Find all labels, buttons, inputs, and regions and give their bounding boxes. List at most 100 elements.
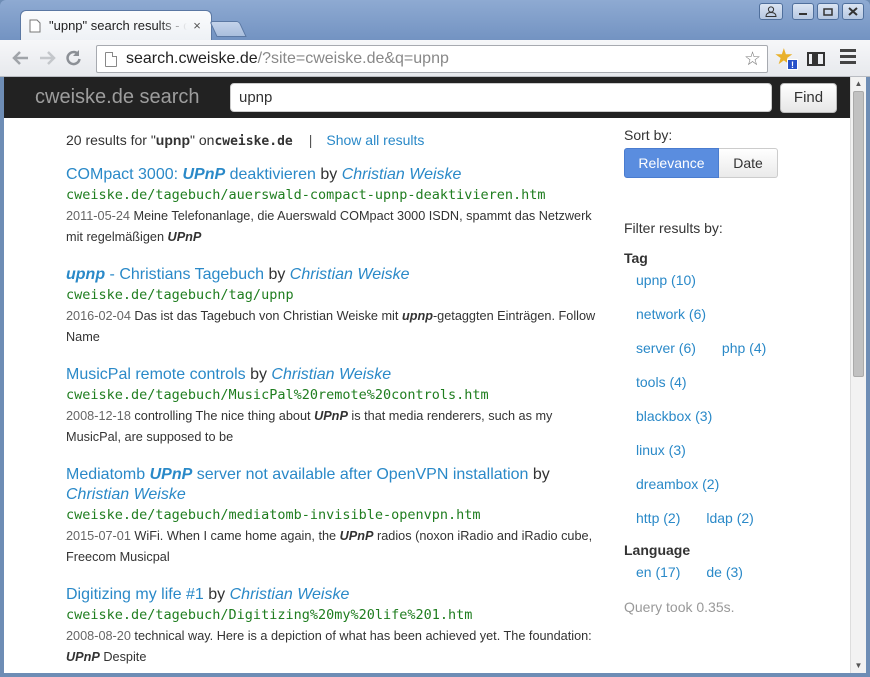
result-author-link[interactable]: Christian Weiske — [271, 366, 391, 383]
window-frame-right — [866, 77, 870, 677]
result-author-link[interactable]: Christian Weiske — [290, 266, 410, 283]
result-title: upnp - Christians Tagebuch by Christian … — [66, 265, 596, 285]
sort-label: Sort by: — [624, 127, 673, 143]
result-item: Digitizing my life #1 by Christian Weisk… — [66, 585, 596, 668]
result-title-link[interactable]: MusicPal remote controls — [66, 366, 246, 383]
result-by: by — [245, 366, 272, 383]
reload-icon[interactable] — [60, 45, 86, 71]
page-icon — [29, 19, 41, 32]
result-title-link[interactable]: Digitizing my life #1 — [66, 586, 204, 603]
result-snippet: 2015-07-01 WiFi. When I came home again,… — [66, 529, 593, 564]
result-item: upnp - Christians Tagebuch by Christian … — [66, 265, 596, 348]
menu-icon[interactable] — [840, 49, 856, 67]
search-input[interactable] — [230, 83, 772, 112]
tag-row: dreambox (2) — [636, 470, 824, 504]
tag-filter-link[interactable]: http (2) — [636, 510, 680, 526]
result-by: by — [528, 466, 550, 483]
filter-sidebar: Sort by: Relevance Date Filter results b… — [624, 127, 824, 615]
tag-filter-link[interactable]: ldap (2) — [706, 510, 753, 526]
user-icon[interactable] — [759, 3, 783, 20]
result-author-link[interactable]: Christian Weiske — [230, 586, 350, 603]
result-snippet: 2008-08-20 technical way. Here is a depi… — [66, 629, 592, 664]
language-filter-link[interactable]: en (17) — [636, 564, 680, 580]
extension-star-icon[interactable]: ★ ! — [774, 46, 798, 70]
tag-filter-link[interactable]: blackbox (3) — [636, 408, 712, 424]
scroll-up-icon[interactable]: ▲ — [851, 77, 866, 91]
result-date: 2015-07-01 — [66, 529, 131, 543]
tag-filter-link[interactable]: upnp (10) — [636, 272, 696, 288]
result-title: Mediatomb UPnP server not available afte… — [66, 465, 596, 505]
site-brand[interactable]: cweiske.de search — [35, 86, 222, 109]
tag-filter-link[interactable]: network (6) — [636, 306, 706, 322]
tag-filter-link[interactable]: php (4) — [722, 340, 766, 356]
result-title-link[interactable]: upnp - Christians Tagebuch — [66, 266, 264, 283]
address-bar[interactable]: search.cweiske.de/?site=cweiske.de&q=upn… — [96, 45, 768, 73]
result-item: COMpact 3000: UPnP deaktivieren by Chris… — [66, 165, 596, 248]
result-date: 2008-08-20 — [66, 629, 131, 643]
reader-icon[interactable] — [807, 52, 825, 66]
result-item: Mediatomb UPnP server not available afte… — [66, 465, 596, 568]
scrollbar-thumb[interactable] — [853, 91, 864, 377]
result-title-link[interactable]: COMpact 3000: UPnP deaktivieren — [66, 166, 316, 183]
tag-row: linux (3) — [636, 436, 824, 470]
bookmark-star-icon[interactable]: ☆ — [744, 48, 761, 71]
result-url: cweiske.de/tagebuch/MusicPal%20remote%20… — [66, 387, 489, 403]
summary-middle: " on — [190, 132, 215, 148]
language-heading: Language — [624, 542, 691, 558]
browser-toolbar: search.cweiske.de/?site=cweiske.de&q=upn… — [0, 40, 870, 77]
tag-row: blackbox (3) — [636, 402, 824, 436]
tag-filter-link[interactable]: server (6) — [636, 340, 696, 356]
tag-row: upnp (10) — [636, 266, 824, 300]
tag-heading: Tag — [624, 250, 648, 266]
result-date: 2016-02-04 — [66, 309, 131, 323]
back-icon[interactable] — [8, 45, 34, 71]
close-icon[interactable] — [842, 3, 864, 20]
tag-row: network (6) — [636, 300, 824, 334]
minimize-icon[interactable] — [792, 3, 814, 20]
query-time: Query took 0.35s. — [624, 599, 735, 615]
url-host: search.cweiske.de — [126, 50, 258, 67]
results-list: 20 results for " upnp " on cweiske.de | Sh… — [66, 132, 596, 673]
result-snippet: 2011-05-24 Meine Telefonanlage, die Auer… — [66, 209, 592, 244]
tag-filter-link[interactable]: dreambox (2) — [636, 476, 719, 492]
page-info-icon[interactable] — [105, 51, 117, 67]
tag-row: tools (4) — [636, 368, 824, 402]
tab-title: "upnp" search results - c — [49, 18, 187, 33]
tag-row: server (6) php (4) — [636, 334, 824, 368]
url-text: search.cweiske.de/?site=cweiske.de&q=upn… — [126, 50, 449, 68]
tag-filter-link[interactable]: tools (4) — [636, 374, 687, 390]
maximize-icon[interactable] — [817, 3, 839, 20]
filter-title: Filter results by: — [624, 220, 723, 236]
vertical-scrollbar[interactable]: ▲ ▼ — [850, 77, 866, 673]
tag-filter-link[interactable]: linux (3) — [636, 442, 686, 458]
language-filter-link[interactable]: de (3) — [706, 564, 743, 580]
page-viewport: cweiske.de search Find 20 results for "u… — [4, 77, 850, 673]
show-all-results-link[interactable]: Show all results — [326, 132, 424, 148]
result-url: cweiske.de/tagebuch/mediatomb-invisible-… — [66, 507, 481, 523]
scroll-down-icon[interactable]: ▼ — [851, 659, 866, 673]
result-title: MusicPal remote controls by Christian We… — [66, 365, 596, 385]
result-author-link[interactable]: Christian Weiske — [66, 486, 186, 503]
forward-icon[interactable] — [34, 45, 60, 71]
new-tab-button[interactable] — [209, 21, 247, 37]
result-title: COMpact 3000: UPnP deaktivieren by Chris… — [66, 165, 596, 185]
result-date: 2008-12-18 — [66, 409, 131, 423]
window-frame-bottom — [0, 673, 870, 677]
result-author-link[interactable]: Christian Weiske — [342, 166, 462, 183]
sort-date-button[interactable]: Date — [719, 148, 778, 178]
tab-close-icon[interactable]: × — [191, 18, 203, 33]
sort-relevance-button[interactable]: Relevance — [624, 148, 719, 178]
tag-row: http (2) ldap (2) — [636, 504, 824, 538]
results-summary: 20 results for " upnp " on cweiske.de | Sh… — [66, 132, 596, 149]
find-button[interactable]: Find — [780, 82, 837, 113]
result-title-link[interactable]: Mediatomb UPnP server not available afte… — [66, 466, 528, 483]
sort-toggle: Relevance Date — [624, 148, 824, 178]
browser-tab[interactable]: "upnp" search results - c × — [20, 10, 212, 40]
result-title: Digitizing my life #1 by Christian Weisk… — [66, 585, 596, 605]
summary-site: cweiske.de — [214, 134, 293, 149]
summary-separator: | — [308, 132, 313, 148]
result-url: cweiske.de/tagebuch/tag/upnp — [66, 287, 294, 303]
result-url: cweiske.de/tagebuch/auerswald-compact-up… — [66, 187, 546, 203]
result-item: MusicPal remote controls by Christian We… — [66, 365, 596, 448]
window-titlebar: "upnp" search results - c × — [0, 0, 870, 40]
